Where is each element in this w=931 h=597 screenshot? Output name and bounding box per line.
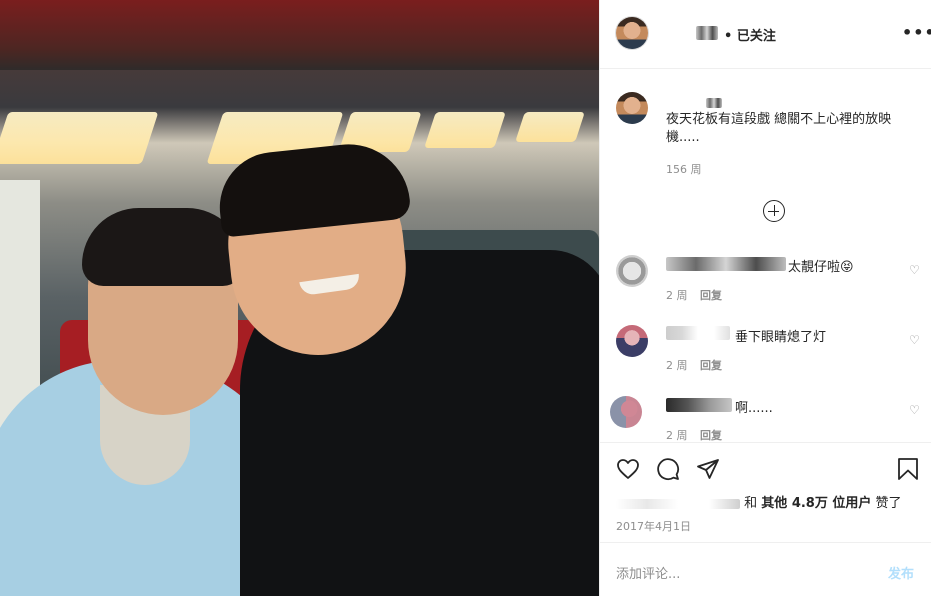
likes-summary[interactable]: 和 其他 4.8万 位用户 赞了 — [616, 492, 902, 511]
comment-avatar[interactable] — [610, 396, 642, 428]
heart-icon[interactable] — [616, 457, 640, 481]
comment-time[interactable]: 2 周 — [666, 427, 688, 443]
author-username-blurred[interactable] — [696, 26, 718, 40]
comment-username-blurred[interactable] — [666, 398, 732, 412]
post-photo[interactable] — [0, 0, 599, 596]
comment-text: 太靚仔啦😝 — [788, 260, 854, 275]
more-icon[interactable]: ••• — [902, 23, 931, 42]
likes-count[interactable]: 其他 4.8万 位用户 — [761, 496, 871, 511]
caption-time[interactable]: 156 周 — [666, 161, 702, 177]
likes-suffix: 赞了 — [875, 496, 902, 511]
photo-ceiling — [0, 0, 599, 70]
comment-icon[interactable] — [656, 457, 680, 481]
comment-text: 垂下眼睛熄了灯 — [735, 330, 827, 345]
comment-username-blurred[interactable] — [666, 326, 730, 340]
caption-username-blurred[interactable] — [706, 98, 722, 108]
comment-time[interactable]: 2 周 — [666, 357, 688, 373]
author-avatar[interactable] — [616, 17, 648, 49]
bookmark-icon[interactable] — [896, 457, 920, 481]
reply-button[interactable]: 回复 — [700, 357, 722, 373]
post-actions: 和 其他 4.8万 位用户 赞了 2017年4月1日 — [600, 442, 931, 543]
comment-like-heart-icon[interactable]: ♡ — [909, 334, 921, 346]
follow-status[interactable]: • 已关注 — [724, 25, 776, 44]
comment-like-heart-icon[interactable]: ♡ — [909, 264, 921, 276]
photo-light — [424, 112, 506, 148]
comment-username-blurred[interactable] — [666, 257, 786, 271]
comment-avatar[interactable] — [616, 325, 648, 357]
caption-text: 夜天花板有這段戲 總關不上心裡的放映機..... — [666, 112, 892, 145]
comment-input[interactable]: 添加评论... — [616, 563, 680, 582]
add-circle-icon[interactable] — [763, 200, 785, 222]
photo-light — [0, 112, 159, 164]
caption-avatar[interactable] — [616, 92, 648, 124]
post-header: • 已关注 ••• — [600, 0, 931, 69]
share-icon[interactable] — [696, 457, 720, 481]
comment-time[interactable]: 2 周 — [666, 287, 688, 303]
post-side-panel: • 已关注 ••• 夜天花板有這段戲 總關不上心裡的放映機..... 156 周… — [599, 0, 931, 596]
comment-avatar[interactable] — [616, 255, 648, 287]
liker-username-blurred[interactable] — [616, 498, 740, 509]
likes-prefix: 和 — [744, 496, 758, 511]
photo-light — [515, 112, 585, 142]
photo-person-left-hair — [82, 208, 244, 286]
post-date[interactable]: 2017年4月1日 — [616, 518, 691, 534]
reply-button[interactable]: 回复 — [700, 287, 722, 303]
reply-button[interactable]: 回复 — [700, 427, 722, 443]
comment-text: 啊...... — [735, 401, 773, 416]
add-comment-bar: 添加评论... 发布 — [600, 542, 931, 597]
post-comment-button[interactable]: 发布 — [888, 563, 914, 582]
comment-like-heart-icon[interactable]: ♡ — [909, 404, 921, 416]
instagram-post-view: • 已关注 ••• 夜天花板有這段戲 總關不上心裡的放映機..... 156 周… — [0, 0, 931, 596]
